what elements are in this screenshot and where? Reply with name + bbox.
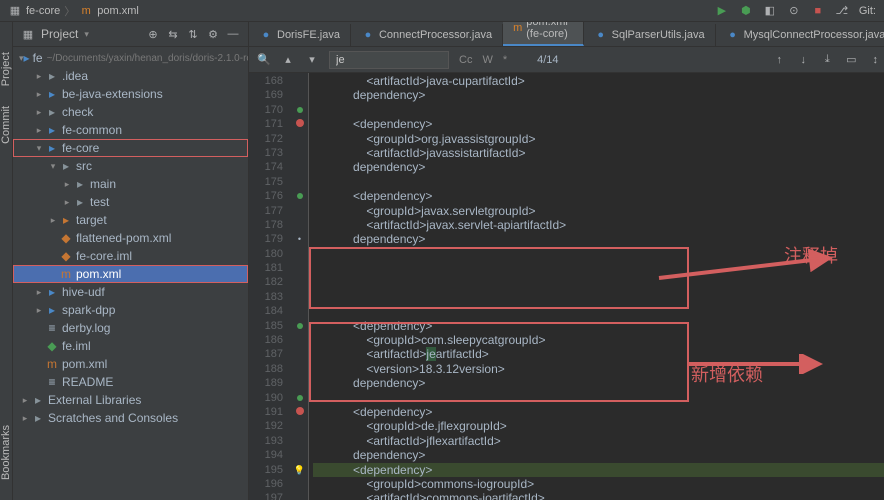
panel-icon: ▦ <box>21 27 35 41</box>
find-count: 4/14 <box>537 54 558 66</box>
annotation-new-dep: 新增依赖 <box>691 368 763 382</box>
coverage-icon[interactable]: ◧ <box>763 4 777 18</box>
tree-item-pom-xml[interactable]: mpom.xml <box>13 355 248 373</box>
window-path-bar: ▦ fe-core 〉 m pom.xml ▶ ⬢ ◧ ⊙ ■ ⎇ Git: <box>0 0 884 22</box>
git-branch-icon[interactable]: ⎇ <box>835 4 849 18</box>
panel-title: Project <box>41 27 78 41</box>
project-tool-button[interactable]: Project <box>0 52 12 86</box>
tree-item-readme[interactable]: ≡README <box>13 373 248 391</box>
tree-item-derby-log[interactable]: ≡derby.log <box>13 319 248 337</box>
editor-tab-pom-xml--fe-core-[interactable]: mpom.xml (fe-core) <box>503 22 584 46</box>
find-input[interactable] <box>329 51 449 69</box>
settings-icon[interactable]: ⚙ <box>206 27 220 41</box>
debug-icon[interactable]: ⬢ <box>739 4 753 18</box>
editor-tab-mysqlconnectprocessor-java[interactable]: ●MysqlConnectProcessor.java <box>716 24 884 46</box>
prev-match-icon[interactable]: ↑ <box>772 53 786 67</box>
tree-item-scratches-and-consoles[interactable]: ▸▸Scratches and Consoles <box>13 409 248 427</box>
path-crumb-1[interactable]: fe-core <box>26 5 60 17</box>
toggle-case-icon[interactable]: ↕ <box>868 53 882 67</box>
profile-icon[interactable]: ⊙ <box>787 4 801 18</box>
find-down-icon[interactable]: ▾ <box>305 53 319 67</box>
tree-item-external-libraries[interactable]: ▸▸External Libraries <box>13 391 248 409</box>
tree-item-fe-core[interactable]: ▾▸fe-core <box>13 139 248 157</box>
open-in-icon[interactable]: ▭ <box>844 53 858 67</box>
editor-tab-dorisfe-java[interactable]: ●DorisFE.java <box>249 24 351 46</box>
tree-item-target[interactable]: ▸▸target <box>13 211 248 229</box>
find-bar: 🔍 ▴ ▾ Cc W * 4/14 ↑ ↓ ⤓ ▭ ↕ ▥ | ☰ ▼ <box>249 47 884 73</box>
tree-item-check[interactable]: ▸▸check <box>13 103 248 121</box>
tree-item-fe-common[interactable]: ▸▸fe-common <box>13 121 248 139</box>
hide-icon[interactable]: — <box>226 27 240 41</box>
tree-item-hive-udf[interactable]: ▸▸hive-udf <box>13 283 248 301</box>
select-all-icon[interactable]: ⤓ <box>820 53 834 67</box>
run-icon[interactable]: ▶ <box>715 4 729 18</box>
git-label: Git: <box>859 5 876 17</box>
tree-item-spark-dpp[interactable]: ▸▸spark-dpp <box>13 301 248 319</box>
match-case-toggle[interactable]: Cc <box>459 54 472 66</box>
collapse-all-icon[interactable]: ⇅ <box>186 27 200 41</box>
tree-item--idea[interactable]: ▸▸.idea <box>13 67 248 85</box>
left-tool-rail: Project Commit Bookmarks <box>0 22 13 500</box>
project-panel: ▦ Project ▾ ⊕ ⇆ ⇅ ⚙ — ▾▸fe~/Documents/ya… <box>13 22 249 500</box>
find-up-icon[interactable]: ▴ <box>281 53 295 67</box>
words-toggle[interactable]: W <box>482 54 492 66</box>
tree-item-fe-iml[interactable]: ◆fe.iml <box>13 337 248 355</box>
code-editor[interactable]: 1681691701711721731741751761771781791801… <box>249 73 884 500</box>
tree-item-pom-xml[interactable]: mpom.xml <box>13 265 248 283</box>
module-icon: ▦ <box>8 4 22 18</box>
tree-item-src[interactable]: ▾▸src <box>13 157 248 175</box>
select-opened-icon[interactable]: ⊕ <box>146 27 160 41</box>
annotation-comment-out: 注释掉 <box>784 249 838 263</box>
editor-tab-sqlparserutils-java[interactable]: ●SqlParserUtils.java <box>584 24 716 46</box>
tree-item-flattened-pom-xml[interactable]: ◆flattened-pom.xml <box>13 229 248 247</box>
editor-tabs[interactable]: ●DorisFE.java●ConnectProcessor.javampom.… <box>249 22 884 47</box>
bookmarks-tool-button[interactable]: Bookmarks <box>0 425 12 480</box>
search-icon: 🔍 <box>257 53 271 67</box>
next-match-icon[interactable]: ↓ <box>796 53 810 67</box>
editor-tab-connectprocessor-java[interactable]: ●ConnectProcessor.java <box>351 24 503 46</box>
tree-item-fe[interactable]: ▾▸fe~/Documents/yaxin/henan_doris/doris-… <box>13 49 248 67</box>
project-tree[interactable]: ▾▸fe~/Documents/yaxin/henan_doris/doris-… <box>13 47 248 500</box>
stop-icon[interactable]: ■ <box>811 4 825 18</box>
expand-all-icon[interactable]: ⇆ <box>166 27 180 41</box>
tree-item-test[interactable]: ▸▸test <box>13 193 248 211</box>
tree-item-fe-core-iml[interactable]: ◆fe-core.iml <box>13 247 248 265</box>
path-crumb-2[interactable]: pom.xml <box>97 5 139 17</box>
tree-item-main[interactable]: ▸▸main <box>13 175 248 193</box>
regex-toggle[interactable]: * <box>503 54 507 66</box>
tree-item-be-java-extensions[interactable]: ▸▸be-java-extensions <box>13 85 248 103</box>
editor-area: ●DorisFE.java●ConnectProcessor.javampom.… <box>249 22 884 500</box>
maven-icon: m <box>79 4 93 18</box>
commit-tool-button[interactable]: Commit <box>0 106 12 144</box>
